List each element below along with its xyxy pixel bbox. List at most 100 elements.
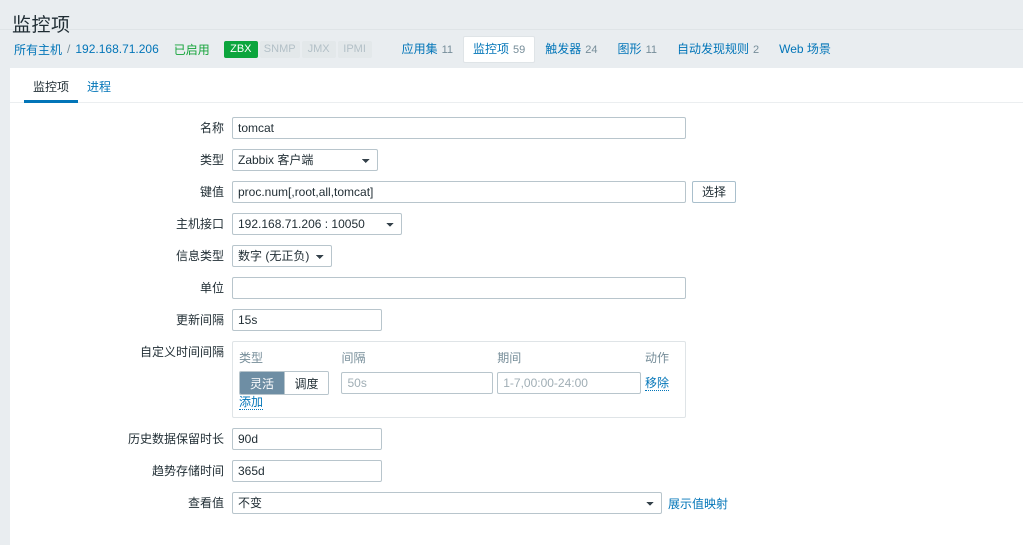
control-units <box>232 277 686 299</box>
control-custom-intervals: 类型 间隔 期间 动作 灵活 调度 50s 1-7,00:00-24:00 移除… <box>232 341 686 418</box>
label-custom-intervals: 自定义时间间隔 <box>139 345 224 359</box>
select-key-button[interactable]: 选择 <box>692 181 737 203</box>
custom-intervals-table: 类型 间隔 期间 动作 灵活 调度 50s 1-7,00:00-24:00 移除… <box>239 349 677 410</box>
label-update-interval: 更新间隔 <box>175 313 224 327</box>
badge-zbx: ZBX <box>223 40 258 58</box>
column-header-action: 动作 <box>644 351 669 365</box>
breadcrumb-all-hosts[interactable]: 所有主机 <box>14 41 62 58</box>
field-row-key: 键值 选择 <box>10 181 1023 203</box>
nav-triggers-label: 触发器 <box>545 41 582 56</box>
control-history <box>232 428 382 450</box>
field-row-units: 单位 <box>10 277 1023 299</box>
breadcrumb-separator: / <box>67 42 71 56</box>
field-row-name: 名称 <box>10 117 1023 139</box>
nav-graphs-count: 11 <box>645 43 657 56</box>
page-title: 监控项 <box>12 14 71 36</box>
column-header-period: 期间 <box>497 351 522 365</box>
object-nav: 应用集 11 监控项 59 触发器 24 图形 11 自动发现规则 2 Web … <box>392 35 845 63</box>
cell-add-interval: 添加 <box>239 395 677 410</box>
badge-jmx: JMX <box>301 40 336 58</box>
label-info-type: 信息类型 <box>175 249 224 263</box>
units-input[interactable] <box>232 277 686 299</box>
cell-action: 移除 <box>644 371 677 395</box>
nav-triggers-count: 24 <box>585 43 598 56</box>
tab-process[interactable]: 进程 <box>78 80 120 102</box>
badge-ipmi: IPMI <box>337 40 372 58</box>
item-form: 名称 类型 Zabbix 客户端 键值 选择 主机接口 <box>10 103 1023 514</box>
nav-discovery-rules[interactable]: 自动发现规则 2 <box>667 36 769 63</box>
label-history: 历史数据保留时长 <box>127 432 224 446</box>
field-row-host-interface: 主机接口 192.168.71.206 : 10050 <box>10 213 1023 235</box>
field-row-history: 历史数据保留时长 <box>10 428 1023 450</box>
show-value-mappings-link[interactable]: 展示值映射 <box>668 495 728 512</box>
info-type-select[interactable]: 数字 (无正负) <box>232 245 332 267</box>
custom-intervals-add-row: 添加 <box>239 395 677 410</box>
control-trends <box>232 460 382 482</box>
history-input[interactable] <box>232 428 382 450</box>
update-interval-input[interactable] <box>232 309 382 331</box>
label-value-mapping: 查看值 <box>187 496 224 510</box>
nav-web-scenarios[interactable]: Web 场景 <box>769 36 845 62</box>
control-host-interface: 192.168.71.206 : 10050 <box>232 213 402 235</box>
interval-type-flexible-button[interactable]: 灵活 <box>240 372 284 394</box>
label-type: 类型 <box>199 153 224 167</box>
nav-discovery-rules-label: 自动发现规则 <box>676 41 749 56</box>
tab-item[interactable]: 监控项 <box>24 80 79 103</box>
control-key: 选择 <box>232 181 737 203</box>
table-row: 灵活 调度 50s 1-7,00:00-24:00 移除 <box>239 371 677 395</box>
value-mapping-select[interactable]: 不变 <box>232 492 662 514</box>
host-interface-select[interactable]: 192.168.71.206 : 10050 <box>232 213 402 235</box>
period-input[interactable] <box>497 372 642 394</box>
control-value-mapping: 不变 展示值映射 <box>232 492 728 514</box>
nav-items-count: 59 <box>513 43 526 56</box>
label-host-interface: 主机接口 <box>175 217 224 231</box>
label-key: 键值 <box>199 185 224 199</box>
custom-intervals-head: 类型 间隔 期间 动作 <box>239 349 677 371</box>
type-select[interactable]: Zabbix 客户端 <box>232 149 378 171</box>
field-row-update-interval: 更新间隔 <box>10 309 1023 331</box>
name-input[interactable] <box>232 117 686 139</box>
control-update-interval <box>232 309 382 331</box>
column-header-interval: 间隔 <box>341 351 366 365</box>
content-card: 监控项 进程 名称 类型 Zabbix 客户端 键值 选择 <box>10 68 1023 545</box>
nav-items[interactable]: 监控项 59 <box>463 35 536 63</box>
host-status: 已启用 <box>173 42 210 57</box>
label-units: 单位 <box>199 281 224 295</box>
cell-interval-type: 灵活 调度 <box>239 371 341 395</box>
field-row-info-type: 信息类型 数字 (无正负) <box>10 245 1023 267</box>
nav-applications-label: 应用集 <box>401 41 438 56</box>
sub-tabs: 监控项 进程 <box>10 68 1023 103</box>
remove-interval-link[interactable]: 移除 <box>644 376 669 391</box>
field-row-type: 类型 Zabbix 客户端 <box>10 149 1023 171</box>
nav-triggers[interactable]: 触发器 24 <box>535 36 607 63</box>
label-name: 名称 <box>199 121 224 135</box>
interval-type-scheduling-button[interactable]: 调度 <box>284 372 328 394</box>
custom-intervals-box: 类型 间隔 期间 动作 灵活 调度 50s 1-7,00:00-24:00 移除… <box>232 341 686 418</box>
cell-interval-value <box>341 371 497 395</box>
badge-snmp: SNMP <box>259 40 300 58</box>
interval-input[interactable] <box>341 372 494 394</box>
custom-intervals-body: 灵活 调度 50s 1-7,00:00-24:00 移除 添加 <box>239 371 677 410</box>
cell-period-value <box>497 371 645 395</box>
nav-graphs-label: 图形 <box>617 41 642 56</box>
nav-items-label: 监控项 <box>473 41 510 56</box>
control-name <box>232 117 686 139</box>
interval-type-toggle: 灵活 调度 <box>239 371 329 395</box>
trends-input[interactable] <box>232 460 382 482</box>
nav-discovery-rules-count: 2 <box>753 43 760 56</box>
add-interval-link[interactable]: 添加 <box>239 395 264 410</box>
nav-applications[interactable]: 应用集 11 <box>392 36 463 63</box>
control-info-type: 数字 (无正负) <box>232 245 332 267</box>
field-row-custom-intervals: 自定义时间间隔 类型 间隔 期间 动作 灵活 调度 50s 1-7,00:00-… <box>10 341 1023 418</box>
custom-intervals-header-row: 类型 间隔 期间 动作 <box>239 349 677 371</box>
field-row-trends: 趋势存储时间 <box>10 460 1023 482</box>
column-header-type: 类型 <box>239 351 264 365</box>
nav-applications-count: 11 <box>441 43 454 56</box>
nav-graphs[interactable]: 图形 11 <box>608 36 667 63</box>
label-trends: 趋势存储时间 <box>151 464 224 478</box>
breadcrumb-host[interactable]: 192.168.71.206 <box>75 42 158 56</box>
breadcrumb: 所有主机 / 192.168.71.206 已启用 ZBX SNMP JMX I… <box>0 30 1023 68</box>
control-type: Zabbix 客户端 <box>232 149 378 171</box>
key-input[interactable] <box>232 181 686 203</box>
page-header: 监控项 <box>0 0 1023 36</box>
